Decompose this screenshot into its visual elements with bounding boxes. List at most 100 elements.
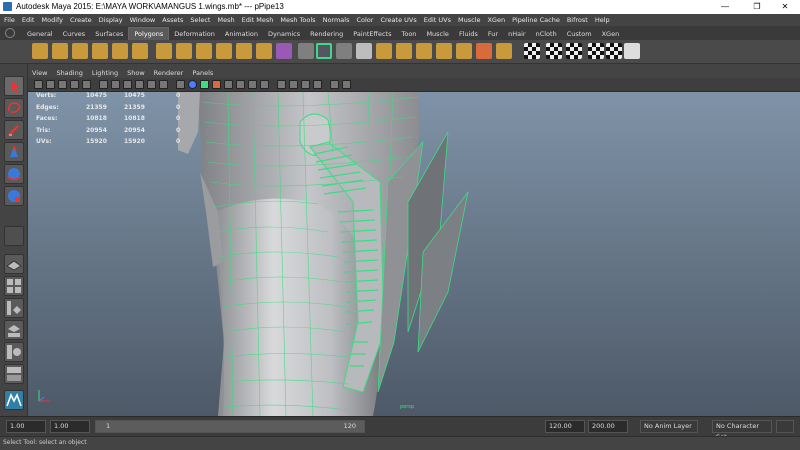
- wireframe-on-shaded-icon[interactable]: [200, 80, 209, 89]
- menu-window[interactable]: Window: [130, 14, 156, 26]
- smooth-icon[interactable]: [356, 43, 372, 59]
- poly-cube-icon[interactable]: [52, 43, 68, 59]
- average-vertices-icon[interactable]: [376, 43, 392, 59]
- shelf-tab-muscle[interactable]: Muscle: [421, 28, 454, 40]
- menu-modify[interactable]: Modify: [41, 14, 63, 26]
- persp-graph-layout-icon[interactable]: [4, 320, 24, 340]
- shelf-tab-toon[interactable]: Toon: [396, 28, 421, 40]
- menu-edit-mesh[interactable]: Edit Mesh: [242, 14, 274, 26]
- gate-mask-icon[interactable]: [123, 80, 132, 89]
- smooth-shade-icon[interactable]: [188, 80, 197, 89]
- shelf-tab-nhair[interactable]: nHair: [503, 28, 530, 40]
- poly-helix-icon[interactable]: [216, 43, 232, 59]
- motion-blur-icon[interactable]: [260, 80, 269, 89]
- poly-prism-icon[interactable]: [156, 43, 172, 59]
- grid-icon[interactable]: [82, 80, 91, 89]
- menu-xgen[interactable]: XGen: [487, 14, 505, 26]
- menu-mesh[interactable]: Mesh: [217, 14, 234, 26]
- move-tool-icon[interactable]: [4, 142, 24, 162]
- playback-end-field[interactable]: 120.00: [545, 420, 585, 433]
- shelf-tab-general[interactable]: General: [22, 28, 58, 40]
- film-gate-icon[interactable]: [99, 80, 108, 89]
- extrude-icon[interactable]: [436, 43, 452, 59]
- shadows-icon[interactable]: [236, 80, 245, 89]
- four-pane-layout-icon[interactable]: [4, 276, 24, 296]
- poly-pipe-icon[interactable]: [196, 43, 212, 59]
- camera-attributes-icon[interactable]: [46, 80, 55, 89]
- poly-torus-icon[interactable]: [132, 43, 148, 59]
- shelf-tab-ncloth[interactable]: nCloth: [531, 28, 562, 40]
- append-icon[interactable]: [416, 43, 432, 59]
- menu-help[interactable]: Help: [595, 14, 610, 26]
- wireframe-icon[interactable]: [176, 80, 185, 89]
- reduce-icon[interactable]: [476, 43, 492, 59]
- shelf-tab-rendering[interactable]: Rendering: [305, 28, 348, 40]
- start-time-field[interactable]: 1.00: [6, 420, 46, 433]
- character-set-dropdown[interactable]: No Character Set: [712, 420, 772, 441]
- single-pane-layout-icon[interactable]: [4, 254, 24, 274]
- panel-menu-show[interactable]: Show: [127, 68, 145, 78]
- anim-layer-dropdown[interactable]: No Anim Layer: [640, 420, 698, 433]
- select-camera-icon[interactable]: [34, 80, 43, 89]
- menu-select[interactable]: Select: [190, 14, 210, 26]
- shelf-tab-painteffects[interactable]: PaintEffects: [348, 28, 396, 40]
- menu-normals[interactable]: Normals: [323, 14, 350, 26]
- checker-icon-b[interactable]: [546, 43, 562, 59]
- menu-color[interactable]: Color: [356, 14, 373, 26]
- field-chart-icon[interactable]: [135, 80, 144, 89]
- shelf-tab-animation[interactable]: Animation: [220, 28, 263, 40]
- panel-menu-view[interactable]: View: [32, 68, 47, 78]
- poly-soccer-icon[interactable]: [236, 43, 252, 59]
- textured-icon[interactable]: [212, 80, 221, 89]
- aa-icon[interactable]: [277, 80, 286, 89]
- image-plane-icon[interactable]: [70, 80, 79, 89]
- bridge-icon[interactable]: [396, 43, 412, 59]
- poly-pyramid-icon[interactable]: [176, 43, 192, 59]
- checker-icon-d[interactable]: [588, 43, 604, 59]
- anim-prefs-icon[interactable]: [776, 420, 794, 433]
- booleans-icon[interactable]: [336, 43, 352, 59]
- shelf-tab-xgen[interactable]: XGen: [597, 28, 625, 40]
- menu-create[interactable]: Create: [70, 14, 92, 26]
- menu-display[interactable]: Display: [99, 14, 123, 26]
- menu-assets[interactable]: Assets: [162, 14, 183, 26]
- safe-title-icon[interactable]: [159, 80, 168, 89]
- menu-pipeline-cache[interactable]: Pipeline Cache: [512, 14, 560, 26]
- poly-plane-icon[interactable]: [112, 43, 128, 59]
- resolution-gate-icon[interactable]: [111, 80, 120, 89]
- menu-muscle[interactable]: Muscle: [458, 14, 481, 26]
- last-tool-slot[interactable]: [4, 226, 24, 246]
- menu-create-uvs[interactable]: Create UVs: [380, 14, 416, 26]
- minimize-button[interactable]: —: [710, 1, 740, 13]
- poly-sphere-icon[interactable]: [32, 43, 48, 59]
- scale-tool-icon[interactable]: [4, 186, 24, 206]
- range-slider[interactable]: 1 120: [95, 420, 365, 433]
- mirror-icon[interactable]: [496, 43, 512, 59]
- extract-icon[interactable]: [316, 43, 332, 59]
- shelf-options-gear-icon[interactable]: [5, 28, 15, 38]
- shelf-tab-deformation[interactable]: Deformation: [169, 28, 220, 40]
- shelf-tab-dynamics[interactable]: Dynamics: [263, 28, 305, 40]
- panel-menu-shading[interactable]: Shading: [56, 68, 82, 78]
- xray-joints-icon[interactable]: [313, 80, 322, 89]
- use-lights-icon[interactable]: [224, 80, 233, 89]
- bookmarks-icon[interactable]: [58, 80, 67, 89]
- shelf-tab-custom[interactable]: Custom: [562, 28, 597, 40]
- menu-file[interactable]: File: [4, 14, 15, 26]
- rotate-tool-icon[interactable]: [4, 164, 24, 184]
- fill-hole-icon[interactable]: [456, 43, 472, 59]
- backface-icon[interactable]: [330, 80, 339, 89]
- shelf-tab-curves[interactable]: Curves: [58, 28, 91, 40]
- playback-start-field[interactable]: 1.00: [50, 420, 90, 433]
- screen-ao-icon[interactable]: [248, 80, 257, 89]
- shelf-tab-fur[interactable]: Fur: [483, 28, 503, 40]
- shelf-tab-polygons[interactable]: Polygons: [128, 27, 170, 40]
- separate-icon[interactable]: [298, 43, 314, 59]
- panel-menu-lighting[interactable]: Lighting: [92, 68, 118, 78]
- poly-cylinder-icon[interactable]: [72, 43, 88, 59]
- persp-outliner-layout-icon[interactable]: [4, 298, 24, 318]
- poly-platonic-icon[interactable]: [256, 43, 272, 59]
- maximize-button[interactable]: ❐: [742, 1, 772, 13]
- close-button[interactable]: ✕: [770, 1, 800, 13]
- checker-icon-c[interactable]: [566, 43, 582, 59]
